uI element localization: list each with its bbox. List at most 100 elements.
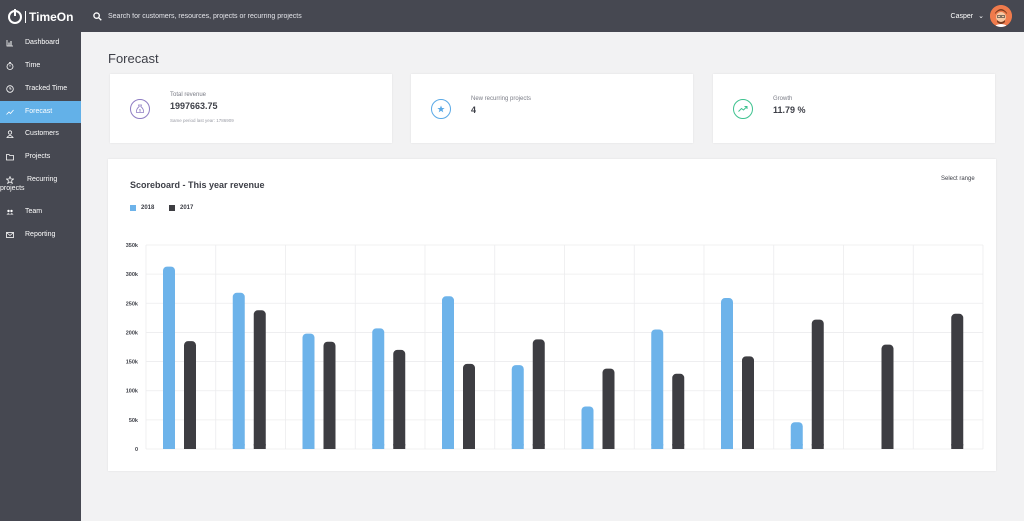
trend-line-icon (6, 109, 14, 115)
person-icon (6, 130, 14, 138)
bar-base-2018 (232, 444, 245, 449)
bar-2017 (532, 339, 545, 449)
y-tick-label: 100k (126, 389, 139, 395)
bar-base-2017 (323, 444, 336, 449)
avatar[interactable] (990, 5, 1012, 27)
bar-2017 (811, 319, 824, 449)
legend-swatch (130, 205, 136, 211)
sidebar-item-label: Projects (25, 153, 51, 160)
bar-2017 (602, 368, 615, 449)
star-icon (431, 99, 451, 119)
sidebar-item-recurring-projects[interactable]: Recurring projects (0, 175, 81, 197)
bar-2017 (742, 356, 754, 449)
sidebar-item-label: Tracked Time (25, 85, 68, 92)
kpi-label: New recurring projects (471, 96, 532, 102)
kpi-value: 11.79 % (773, 105, 806, 115)
bar-2018 (372, 328, 385, 449)
kpi-value: 1997663.75 (170, 101, 218, 111)
y-tick-label: 200k (126, 330, 139, 336)
sidebar-item-reporting[interactable]: Reporting (0, 230, 81, 242)
legend-label: 2018 (141, 205, 155, 211)
bar-2018 (651, 329, 664, 449)
bar-base-2017 (881, 444, 894, 449)
bar-base-2018 (372, 444, 385, 449)
sidebar: Dashboard Time Tracked Time Forecast Cus… (0, 32, 81, 521)
sidebar-item-label: Reporting (25, 231, 56, 238)
bar-base-2017 (811, 444, 824, 449)
y-tick-label: 250k (126, 301, 139, 307)
bar-base-2018 (790, 444, 803, 449)
bar-base-2018 (511, 444, 524, 449)
legend-item-2018[interactable]: 2018 (130, 205, 154, 211)
sidebar-item-customers[interactable]: Customers (0, 129, 81, 141)
kpi-card-total-revenue: $ Total revenue 1997663.75 Same period l… (110, 74, 392, 143)
sidebar-item-dashboard[interactable]: Dashboard (0, 38, 81, 50)
kpi-card-growth: Growth 11.79 % (713, 74, 995, 143)
kpi-label: Growth (773, 96, 793, 102)
user-menu[interactable]: Casper ⌄ (950, 12, 984, 21)
sidebar-item-label: Forecast (25, 108, 53, 115)
bar-base-2018 (442, 444, 454, 449)
stopwatch-icon (6, 62, 14, 70)
bar-2018 (581, 406, 594, 449)
bar-base-2018 (302, 444, 315, 449)
bar-base-2018 (581, 444, 594, 449)
sidebar-item-team[interactable]: Team (0, 207, 81, 219)
chart-title: Scoreboard - This year revenue (130, 180, 265, 190)
search-bar (93, 12, 368, 21)
envelope-icon (6, 232, 14, 238)
bar-base-2018 (721, 444, 733, 449)
kpi-card-new-recurring-projects: New recurring projects 4 (411, 74, 693, 143)
chevron-down-icon: ⌄ (978, 13, 984, 20)
app-name: TimeOn (29, 10, 74, 24)
bar-2017 (881, 344, 894, 449)
y-tick-label: 300k (126, 272, 139, 278)
bar-2018 (511, 365, 524, 449)
bar-base-2018 (651, 444, 664, 449)
user-name: Casper (950, 12, 974, 20)
bar-2017 (393, 349, 406, 449)
bar-2017 (323, 341, 336, 449)
team-icon (6, 209, 14, 215)
kpi-subtext: Same period last year: 1786909 (170, 118, 234, 123)
legend-item-2017[interactable]: 2017 (169, 205, 193, 211)
sidebar-item-label: Dashboard (25, 39, 60, 46)
bar-base-2017 (951, 444, 964, 449)
search-input[interactable] (108, 13, 368, 20)
kpi-label: Total revenue (170, 92, 207, 98)
app-logo[interactable]: TimeOn (8, 8, 73, 26)
sidebar-item-time[interactable]: Time (0, 61, 81, 73)
bar-2018 (442, 296, 454, 449)
bar-2018 (232, 292, 245, 449)
bar-base-2017 (253, 444, 266, 449)
bar-base-2017 (463, 444, 475, 449)
bar-base-2017 (672, 444, 685, 449)
bar-base-2017 (393, 444, 406, 449)
y-tick-label: 350k (126, 243, 139, 249)
y-tick-label: 150k (126, 360, 139, 366)
bar-base-2017 (742, 444, 754, 449)
legend-label: 2017 (180, 205, 194, 211)
clock-icon (6, 85, 14, 93)
search-icon (93, 12, 102, 21)
bar-2017 (463, 363, 475, 449)
sidebar-item-forecast[interactable]: Forecast (0, 101, 81, 123)
bar-base-2018 (163, 444, 175, 449)
power-icon (8, 9, 22, 24)
bar-base-2017 (602, 444, 615, 449)
page-title: Forecast (108, 51, 159, 66)
sidebar-item-label: Customers (25, 130, 59, 137)
bar-2017 (184, 341, 196, 449)
sidebar-item-tracked-time[interactable]: Tracked Time (0, 84, 81, 96)
bar-2018 (302, 333, 315, 449)
folder-icon (6, 154, 14, 161)
select-range-button[interactable]: Select range (941, 176, 975, 182)
svg-text:$: $ (139, 108, 142, 113)
legend-swatch (169, 205, 175, 211)
y-tick-label: 0 (135, 447, 138, 453)
trending-up-icon (733, 99, 753, 119)
revenue-bar-chart: 0 50k 100k 150k 200k 250k 300k 350k (126, 243, 984, 453)
bar-2017 (672, 373, 685, 449)
sidebar-item-projects[interactable]: Projects (0, 152, 81, 164)
bar-base-2017 (184, 444, 196, 449)
